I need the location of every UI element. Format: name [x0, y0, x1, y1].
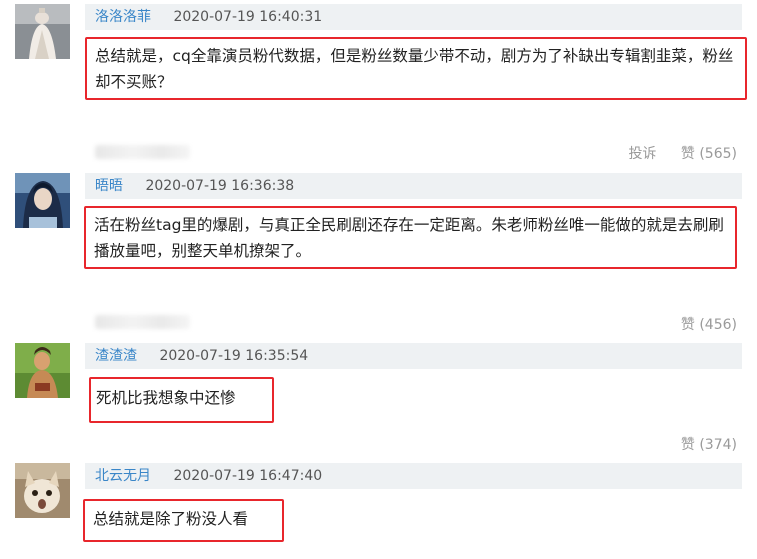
username[interactable]: 洛洛洛菲 — [95, 9, 151, 25]
comment-text-highlight: 总结就是除了粉没人看 — [83, 499, 284, 542]
timestamp: 2020-07-19 16:47:40 — [173, 468, 323, 484]
comment-text: 总结就是除了粉没人看 — [93, 510, 249, 528]
comment-meta: 晤晤 2020-07-19 16:36:38 — [85, 173, 742, 199]
comment-text: 死机比我想象中还惨 — [96, 389, 236, 407]
timestamp: 2020-07-19 16:36:38 — [145, 178, 295, 194]
blurred-reply — [95, 145, 190, 159]
comment-text-highlight: 死机比我想象中还惨 — [89, 377, 274, 423]
comment-text: 活在粉丝tag里的爆剧，与真正全民刷剧还存在一定距离。朱老师粉丝唯一能做的就是去… — [94, 216, 724, 260]
comment-meta: 洛洛洛菲 2020-07-19 16:40:31 — [85, 4, 742, 30]
username[interactable]: 北云无月 — [95, 468, 151, 484]
blurred-reply — [95, 315, 190, 329]
comment-actions: 赞 (374) — [661, 434, 737, 454]
comment-text-highlight: 活在粉丝tag里的爆剧，与真正全民刷剧还存在一定距离。朱老师粉丝唯一能做的就是去… — [84, 206, 737, 269]
timestamp: 2020-07-19 16:40:31 — [173, 9, 323, 25]
avatar[interactable] — [15, 343, 70, 398]
avatar[interactable] — [15, 463, 70, 518]
username[interactable]: 渣渣渣 — [95, 348, 137, 364]
like-button[interactable]: 赞 (374) — [681, 437, 737, 453]
username[interactable]: 晤晤 — [95, 178, 123, 194]
timestamp: 2020-07-19 16:35:54 — [159, 348, 309, 364]
avatar[interactable] — [15, 173, 70, 228]
comment-text: 总结就是，cq全靠演员粉代数据，但是粉丝数量少带不动，剧方为了补缺出专辑割韭菜，… — [95, 47, 734, 91]
comment-actions: 投诉 赞 (565) — [608, 143, 737, 163]
avatar[interactable] — [15, 4, 70, 59]
report-button[interactable]: 投诉 — [628, 146, 656, 162]
like-button[interactable]: 赞 (456) — [681, 317, 737, 333]
comment-meta: 北云无月 2020-07-19 16:47:40 — [85, 463, 742, 489]
comment-meta: 渣渣渣 2020-07-19 16:35:54 — [85, 343, 742, 369]
comment-actions: 赞 (456) — [661, 314, 737, 334]
like-button[interactable]: 赞 (565) — [681, 146, 737, 162]
comment-text-highlight: 总结就是，cq全靠演员粉代数据，但是粉丝数量少带不动，剧方为了补缺出专辑割韭菜，… — [85, 37, 747, 100]
